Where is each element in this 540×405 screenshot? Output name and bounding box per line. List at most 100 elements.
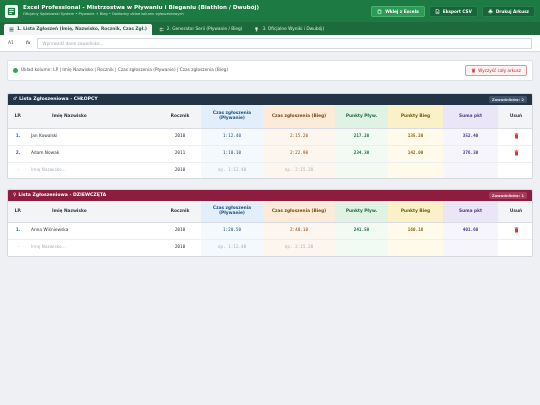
new-row-run-input[interactable]: np. 2:15.20 [263,162,335,178]
delete-row-button[interactable] [498,222,532,240]
formula-input[interactable]: Wprowadź dane zawodnika... [37,37,532,49]
male-entries-table: LP. Imię Nazwisko Rocznik Czas zgłoszeni… [8,105,532,178]
tab-bar: 1. Lista Zgłoszeń (Imię, Nazwisko, Roczn… [0,22,540,35]
paste-from-excel-button[interactable]: Wklej z Excela [371,5,425,17]
row-run-time[interactable]: 2:22.90 [263,145,335,163]
col-run-points: Punkty Bieg [388,201,443,223]
delete-row-button[interactable] [498,128,532,146]
spreadsheet-logo-icon [5,4,18,18]
tab-entry-list[interactable]: 1. Lista Zgłoszeń (Imię, Nazwisko, Roczn… [4,24,152,35]
new-row-lp: - [8,162,28,178]
female-entries-section: ♀ Lista Zgłoszeniowa - DZIEWCZĘTA Zawodn… [7,189,533,257]
delete-row-button[interactable] [498,145,532,163]
info-status-icon [13,68,18,73]
row-total-points: 401.60 [443,222,498,240]
paste-button-label: Wklej z Excela [385,8,419,14]
trash-icon [514,149,518,155]
male-section-header: ♂ Lista Zgłoszeniowa - CHŁOPCY Zawodnikó… [8,94,532,105]
row-swim-points: 217.20 [335,128,388,146]
header-titles: Excel Professional - Mistrzostwa w Pływa… [23,5,371,17]
col-lp: LP. [8,201,28,223]
new-row-year-input[interactable]: 2010 [159,162,201,178]
new-row-year-input[interactable]: 2010 [159,239,201,256]
row-lp: 1. [8,128,28,146]
new-row-swim-input[interactable]: np. 1:12.40 [201,162,263,178]
female-count-badge: Zawodników: 1 [488,192,527,199]
row-name[interactable]: Anna Wiśniewska [28,222,159,240]
row-name[interactable]: Jan Kowalski [28,128,159,146]
col-swim-points: Punkty Pływ. [335,201,388,223]
app-window: Excel Professional - Mistrzostwa w Pływa… [0,0,540,405]
new-row-total-points [443,239,498,256]
female-section-title-wrap: ♀ Lista Zgłoszeniowa - DZIEWCZĘTA [13,193,489,198]
file-csv-icon [435,8,440,14]
col-delete: Usuń [498,105,532,129]
clipboard-icon [377,9,382,14]
row-swim-time[interactable]: 1:12.40 [201,128,263,146]
printer-icon [488,9,493,14]
tab-official-results[interactable]: 3. Oficjalne Wyniki i Dwubój) [249,24,329,35]
export-csv-button[interactable]: Eksport CSV [428,5,478,17]
col-name: Imię Nazwisko [28,105,159,129]
col-lp: LP. [8,105,28,129]
col-run-time: Czas zgłoszenia (Bieg) [263,105,335,129]
col-year: Rocznik [159,105,201,129]
column-layout-info: Układ kolumn: LP | Imię Nazwisko | Roczn… [7,60,533,81]
row-year[interactable]: 2010 [159,128,201,146]
row-swim-time[interactable]: 1:20.50 [201,222,263,240]
col-name: Imię Nazwisko [28,201,159,223]
col-total-points: Suma pkt [443,201,498,223]
row-lp: 2. [8,145,28,163]
cell-reference: A1 [8,40,14,46]
new-row-run-input[interactable]: np. 2:15.20 [263,239,335,256]
new-row-swim-points [335,239,388,256]
new-row-name-input[interactable]: Imię Nazwisko... [28,162,159,178]
new-row-run-points [388,162,443,178]
new-entry-row: - Imię Nazwisko... 2010 np. 1:12.40 np. … [8,162,532,178]
new-row-swim-input[interactable]: np. 1:12.40 [201,239,263,256]
row-swim-points: 241.50 [335,222,388,240]
export-csv-label: Eksport CSV [442,8,472,14]
row-swim-time[interactable]: 1:18.10 [201,145,263,163]
clear-sheet-button[interactable]: Wyczyść cały arkusz [465,65,527,76]
app-subtitle: Oficjalny Sędziowski System • Pływanie +… [23,12,184,16]
new-row-lp: - [8,239,28,256]
col-swim-points: Punkty Pływ. [335,105,388,129]
print-sheet-button[interactable]: Drukuj Arkusz [481,5,535,17]
new-row-swim-points [335,162,388,178]
row-run-time[interactable]: 2:40.10 [263,222,335,240]
row-year[interactable]: 2011 [159,145,201,163]
col-swim-time: Czas zgłoszenia (Pływanie) [201,201,263,223]
new-row-name-input[interactable]: Imię Nazwisko... [28,239,159,256]
tab-official-results-label: 3. Oficjalne Wyniki i Dwubój) [262,27,325,32]
col-run-time: Czas zgłoszenia (Bieg) [263,201,335,223]
trash-icon [471,68,476,73]
row-run-points: 142.00 [388,145,443,163]
table-header-row: LP. Imię Nazwisko Rocznik Czas zgłoszeni… [8,105,532,129]
header-actions: Wklej z Excela Eksport CSV Drukuj Arkusz [371,5,535,17]
trophy-icon [255,27,259,32]
row-swim-points: 234.30 [335,145,388,163]
clear-sheet-label: Wyczyść cały arkusz [478,68,521,73]
female-section-header: ♀ Lista Zgłoszeniowa - DZIEWCZĘTA Zawodn… [8,190,532,201]
table-row: 1. Jan Kowalski 2010 1:12.40 2:15.20 217… [8,128,532,146]
row-name[interactable]: Adam Nowak [28,145,159,163]
print-sheet-label: Drukuj Arkusz [495,8,529,14]
tab-heat-generator-label: 2. Generator Serii (Pływanie / Bieg) [166,27,243,32]
trash-icon [514,132,518,138]
formula-bar: A1 fx Wprowadź dane zawodnika... [0,35,540,52]
tab-entry-list-label: 1. Lista Zgłoszeń (Imię, Nazwisko, Roczn… [17,27,147,32]
row-run-points: 160.10 [388,222,443,240]
col-year: Rocznik [159,201,201,223]
new-row-delete-cell [498,239,532,256]
male-section-title: Lista Zgłoszeniowa - CHŁOPCY [19,97,98,102]
table-row: 2. Adam Nowak 2011 1:18.10 2:22.90 234.3… [8,145,532,163]
row-total-points: 376.30 [443,145,498,163]
row-year[interactable]: 2010 [159,222,201,240]
column-layout-text: Układ kolumn: LP | Imię Nazwisko | Roczn… [21,68,229,73]
app-title: Excel Professional - Mistrzostwa w Pływa… [23,5,259,11]
tab-heat-generator[interactable]: 2. Generator Serii (Pływanie / Bieg) [154,24,248,35]
new-entry-row: - Imię Nazwisko... 2010 np. 1:12.40 np. … [8,239,532,256]
row-run-time[interactable]: 2:15.20 [263,128,335,146]
col-run-points: Punkty Bieg [388,105,443,129]
